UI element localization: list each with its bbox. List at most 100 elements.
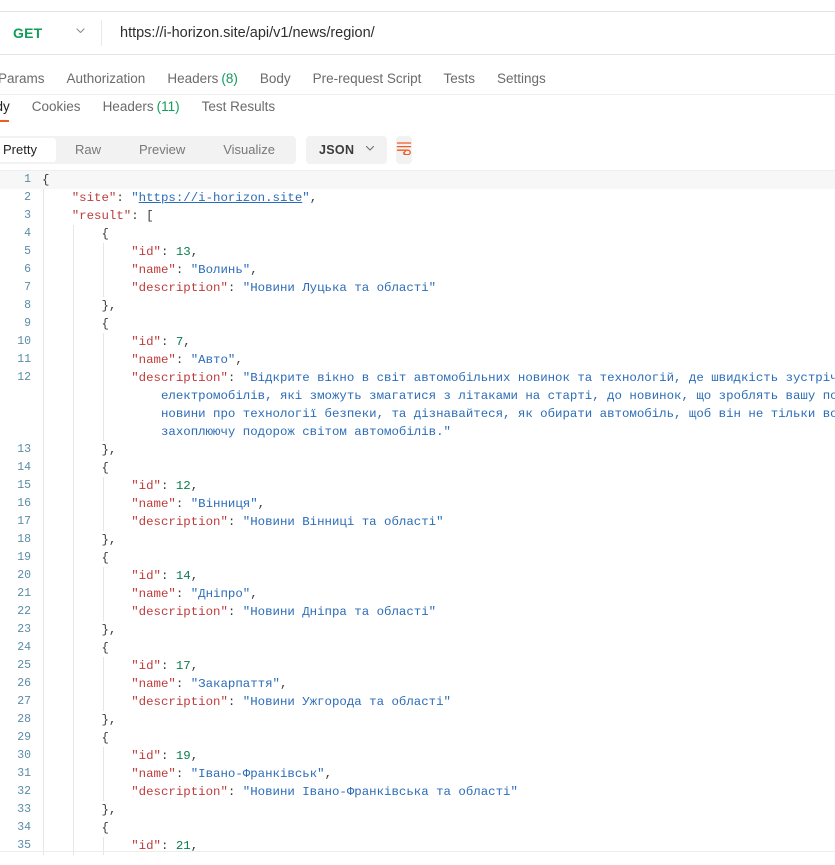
code-line-row: електромобілів, які зможуть змагатися з … [0, 387, 835, 405]
indent-guide [43, 279, 44, 297]
response-body-code-viewer[interactable]: 1{2 "site": "https://i-horizon.site",3 "… [0, 170, 835, 858]
indent-guide [43, 657, 44, 675]
response-tab-body[interactable]: ody [0, 97, 21, 116]
code-line-row: 34 { [0, 819, 835, 837]
code-token: : [161, 335, 176, 349]
view-mode-segmented-control: Pretty Raw Preview Visualize [0, 136, 296, 164]
code-token: , [250, 263, 257, 277]
code-line-row: 23 }, [0, 621, 835, 639]
code-token: "description" [42, 695, 228, 709]
code-line-row: 5 "id": 13, [0, 243, 835, 261]
code-token[interactable]: https://i-horizon.site [139, 191, 303, 205]
view-mode-visualize[interactable]: Visualize [204, 138, 294, 162]
code-token: "name" [42, 587, 176, 601]
indent-guide [103, 657, 104, 675]
http-method-select[interactable]: GET [0, 12, 101, 54]
code-line-content: "description": "Новини Луцька та області… [40, 279, 835, 297]
indent-guide [103, 279, 104, 297]
code-line-row: 27 "description": "Новини Ужгорода та об… [0, 693, 835, 711]
request-tab-label: Pre-request Script [313, 71, 422, 86]
indent-guide [103, 405, 104, 423]
code-token: "Новини Ужгорода та області" [243, 695, 451, 709]
code-token: , [280, 677, 287, 691]
response-tab-cookies[interactable]: Cookies [21, 97, 92, 116]
request-tab-settings[interactable]: Settings [486, 71, 557, 86]
response-format-select[interactable]: JSON [306, 136, 387, 164]
response-tab-label: Test Results [202, 99, 276, 114]
code-token: "name" [42, 767, 176, 781]
indent-guide [103, 477, 104, 495]
code-line-content: "description": "Відкрите вікно в світ ав… [40, 369, 835, 387]
indent-guide [43, 243, 44, 261]
code-token: : [161, 659, 176, 673]
view-mode-pretty[interactable]: Pretty [0, 138, 56, 162]
code-token: "id" [42, 749, 161, 763]
wrap-lines-button[interactable] [396, 136, 412, 164]
code-token: : [161, 749, 176, 763]
code-token: : [228, 605, 243, 619]
line-number: 6 [0, 261, 40, 279]
indent-guide [103, 783, 104, 801]
code-line-content: "id": 14, [40, 567, 835, 585]
code-token: "Закарпаття" [191, 677, 280, 691]
response-tab-test-results[interactable]: Test Results [191, 97, 287, 116]
line-number: 18 [0, 531, 40, 549]
code-token: { [42, 317, 109, 331]
code-line-content: }, [40, 711, 835, 729]
indent-guide [73, 279, 74, 297]
request-tabs: Params Authorization Headers(8) Body Pre… [0, 62, 835, 95]
request-tab-authorization[interactable]: Authorization [56, 71, 157, 86]
request-tab-params[interactable]: Params [0, 71, 56, 86]
code-line-content: "description": "Новини Дніпра та області… [40, 603, 835, 621]
view-mode-preview[interactable]: Preview [120, 138, 204, 162]
indent-guide [43, 621, 44, 639]
code-token: : [176, 497, 191, 511]
indent-guide [43, 459, 44, 477]
code-line-content: { [40, 819, 835, 837]
request-tab-headers[interactable]: Headers(8) [156, 71, 249, 86]
code-line-row: 20 "id": 14, [0, 567, 835, 585]
code-token: "name" [42, 497, 176, 511]
line-number: 9 [0, 315, 40, 333]
code-line-row: 25 "id": 17, [0, 657, 835, 675]
line-number: 5 [0, 243, 40, 261]
request-tab-body[interactable]: Body [249, 71, 302, 86]
code-lines-container: 1{2 "site": "https://i-horizon.site",3 "… [0, 171, 835, 855]
code-line-content: { [40, 315, 835, 333]
code-token: { [42, 641, 109, 655]
indent-guide [43, 765, 44, 783]
line-number: 10 [0, 333, 40, 351]
code-line-row: 28 }, [0, 711, 835, 729]
indent-guide [43, 387, 44, 405]
indent-guide [43, 513, 44, 531]
indent-guide [73, 747, 74, 765]
code-token: , [258, 497, 265, 511]
response-tab-headers[interactable]: Headers(11) [92, 97, 191, 116]
code-line-row: 19 { [0, 549, 835, 567]
indent-guide [103, 387, 104, 405]
code-line-row: 35 "id": 21, [0, 837, 835, 855]
indent-guide [73, 513, 74, 531]
code-token: "Вінниця" [191, 497, 258, 511]
chevron-down-icon [364, 141, 376, 159]
http-method-label: GET [13, 25, 42, 41]
line-number: 35 [0, 837, 40, 855]
indent-guide [43, 675, 44, 693]
request-tab-pre-request-script[interactable]: Pre-request Script [302, 71, 433, 86]
indent-guide [43, 495, 44, 513]
code-token: : [161, 479, 176, 493]
indent-guide [103, 567, 104, 585]
code-line-content: { [40, 171, 835, 189]
code-line-content: "name": "Закарпаття", [40, 675, 835, 693]
request-tab-tests[interactable]: Tests [432, 71, 486, 86]
code-token: : [176, 353, 191, 367]
indent-guide [73, 333, 74, 351]
indent-guide [103, 765, 104, 783]
code-line-row: 3 "result": [ [0, 207, 835, 225]
url-input[interactable] [102, 12, 835, 54]
indent-guide [43, 189, 44, 207]
code-line-content: }, [40, 621, 835, 639]
code-token: , [325, 767, 332, 781]
view-mode-raw[interactable]: Raw [56, 138, 120, 162]
code-token: 12 [176, 479, 191, 493]
